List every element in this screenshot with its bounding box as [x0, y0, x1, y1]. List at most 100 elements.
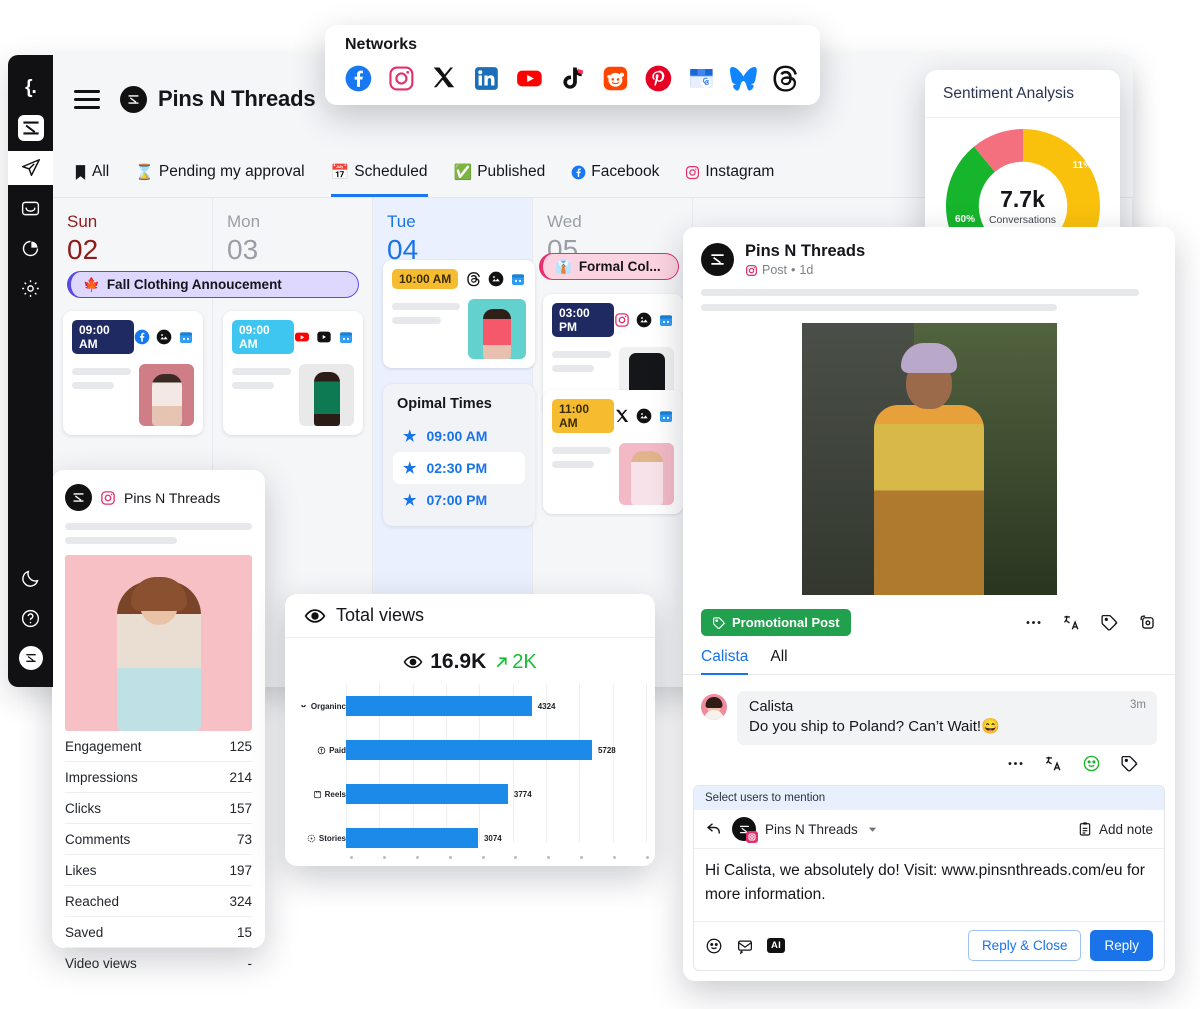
tag-icon[interactable]: [1120, 754, 1139, 773]
mention-hint[interactable]: Select users to mention: [694, 786, 1164, 810]
sidebar-item-account[interactable]: [14, 641, 48, 675]
eye-icon: [304, 605, 326, 627]
status-badge[interactable]: Promotional Post: [701, 609, 851, 636]
translate-icon[interactable]: [1044, 754, 1063, 773]
tab-pending-my-approval[interactable]: ⌛ Pending my approval: [135, 143, 304, 197]
tab-label: Scheduled: [354, 163, 427, 181]
ellipsis-icon[interactable]: [1024, 613, 1043, 632]
message-list: Calista Do you ship to Poland? Can’t Wai…: [683, 675, 1175, 773]
tag-icon: [712, 616, 726, 630]
emoji-reaction-icon[interactable]: [1082, 754, 1101, 773]
optimal-time-row[interactable]: ★ 09:00 AM: [393, 420, 525, 452]
repost-icon[interactable]: [1138, 613, 1157, 632]
scheduled-post-card[interactable]: 09:00 AM: [223, 311, 363, 435]
media-icon: [636, 312, 652, 328]
app-logo[interactable]: {.: [14, 71, 48, 105]
logo-glyph: [70, 489, 87, 506]
tab-all[interactable]: All: [74, 143, 109, 197]
donut-label-negative: 11%: [1073, 160, 1092, 171]
metric-label: Reached: [65, 894, 119, 909]
chevron-down-icon[interactable]: [867, 824, 878, 835]
post-time-badge: 03:00 PM: [552, 303, 614, 337]
tab-calista[interactable]: Calista: [701, 648, 748, 674]
tiktok-icon[interactable]: [559, 63, 586, 94]
calendar-icon: 📅: [331, 165, 350, 180]
user-avatar: [19, 646, 43, 670]
tab-instagram[interactable]: Instagram: [685, 143, 774, 197]
reddit-icon[interactable]: [602, 63, 629, 94]
scheduled-post-card[interactable]: 09:00 AM: [63, 311, 203, 435]
bar-value: 5728: [598, 746, 616, 755]
sidebar-item-analytics[interactable]: [14, 231, 48, 265]
placeholder-line: [552, 461, 594, 468]
post-image: [299, 364, 354, 426]
tab-scheduled[interactable]: 📅 Scheduled: [331, 143, 428, 197]
composer-user-name: Pins N Threads: [765, 822, 858, 837]
facebook-icon[interactable]: [345, 63, 372, 94]
message-timestamp: 3m: [1130, 699, 1146, 711]
saved-reply-icon[interactable]: [736, 937, 754, 955]
tag-icon[interactable]: [1100, 613, 1119, 632]
brand[interactable]: Pins N Threads: [120, 86, 315, 113]
google-business-icon[interactable]: G: [688, 63, 715, 94]
paid-icon: [317, 746, 326, 755]
sidebar-item-publish[interactable]: [8, 151, 53, 185]
post-network-icons: [466, 271, 526, 287]
emoji-icon[interactable]: [705, 937, 723, 955]
networks-popover: Networks G: [325, 25, 820, 105]
reply-and-close-button[interactable]: Reply & Close: [968, 930, 1082, 961]
instagram-icon: [685, 165, 700, 180]
reply-text-input[interactable]: Hi Calista, we absolutely do! Visit: www…: [694, 849, 1164, 921]
placeholder-line: [72, 368, 131, 375]
metric-row: Impressions 214: [65, 762, 252, 793]
account-avatar: [65, 484, 92, 511]
total-views-value: 16.9K: [430, 650, 486, 674]
translate-icon[interactable]: [1062, 613, 1081, 632]
sentiment-header: Sentiment Analysis: [925, 70, 1120, 118]
ellipsis-icon[interactable]: [1006, 754, 1025, 773]
networks-icon-row: G: [345, 63, 800, 94]
placeholder-line: [232, 382, 274, 389]
youtube-icon[interactable]: [516, 63, 543, 94]
ai-assist-button[interactable]: AI: [767, 938, 785, 953]
linkedin-icon[interactable]: [473, 63, 500, 94]
bluesky-icon[interactable]: [730, 63, 757, 94]
total-views-card: Total views 16.9K 2K Organinc: [285, 594, 655, 866]
message-tools: [701, 745, 1157, 773]
help-icon: [20, 608, 41, 629]
campaign-pill-formal-collection[interactable]: 👔 Formal Col...: [539, 253, 679, 280]
hamburger-menu-button[interactable]: [74, 90, 100, 109]
reply-icon[interactable]: [705, 820, 723, 838]
sidebar-item-settings[interactable]: [14, 271, 48, 305]
optimal-time-row[interactable]: ★ 07:00 PM: [393, 484, 525, 516]
pinterest-icon[interactable]: [645, 63, 672, 94]
eye-icon: [403, 652, 423, 672]
placeholder-line: [392, 317, 441, 324]
tab-label: Pending my approval: [159, 163, 305, 181]
conversation-account-block: Pins N Threads Post • 1d: [745, 242, 865, 277]
tab-published[interactable]: ✅ Published: [454, 143, 546, 197]
scheduled-post-card[interactable]: 11:00 AM: [543, 390, 683, 514]
scheduled-post-card[interactable]: 10:00 AM: [383, 260, 535, 368]
day-name: Wed: [547, 212, 692, 232]
reply-button[interactable]: Reply: [1090, 930, 1153, 961]
metric-value: 324: [229, 894, 252, 909]
logo-glyph: [23, 650, 39, 666]
total-views-delta: 2K: [493, 651, 536, 674]
composer-identity[interactable]: Pins N Threads: [705, 817, 878, 841]
threads-icon[interactable]: [773, 63, 800, 94]
optimal-time-row[interactable]: ★ 02:30 PM: [393, 452, 525, 484]
sidebar-item-inbox[interactable]: [14, 191, 48, 225]
instagram-icon[interactable]: [388, 63, 415, 94]
sidebar-item-dark-mode[interactable]: [14, 561, 48, 595]
sidebar-item-help[interactable]: [14, 601, 48, 635]
tab-all[interactable]: All: [770, 648, 787, 674]
moon-icon: [20, 568, 41, 589]
post-text-placeholder: [232, 364, 291, 426]
workspace-avatar[interactable]: [14, 111, 48, 145]
placeholder-line: [552, 351, 611, 358]
add-note-button[interactable]: Add note: [1077, 821, 1153, 837]
tab-facebook[interactable]: Facebook: [571, 143, 659, 197]
metric-value: 125: [229, 739, 252, 754]
x-icon[interactable]: [431, 63, 458, 94]
